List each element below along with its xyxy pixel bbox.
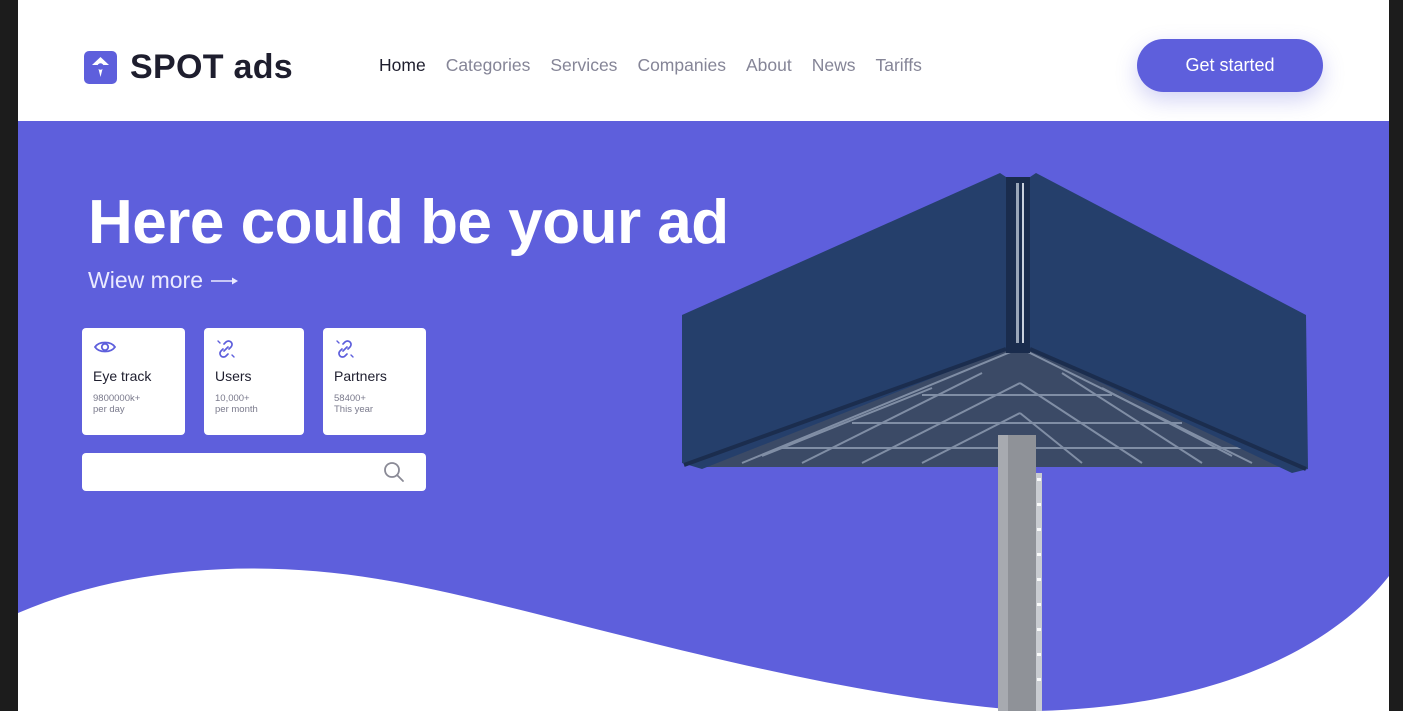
main-nav: Home Categories Services Companies About…	[379, 55, 922, 76]
stat-card-eye-track[interactable]: Eye track 9800000k+ per day	[82, 328, 185, 435]
stat-card-partners[interactable]: Partners 58400+ This year	[323, 328, 426, 435]
nav-item-tariffs[interactable]: Tariffs	[875, 55, 921, 76]
page: SPOT ads Home Categories Services Compan…	[18, 0, 1389, 711]
nav-item-about[interactable]: About	[746, 55, 792, 76]
search-icon[interactable]	[383, 461, 405, 483]
eye-icon	[93, 338, 174, 360]
link-icon	[215, 338, 293, 360]
get-started-button[interactable]: Get started	[1137, 39, 1323, 92]
billboard-illustration	[682, 173, 1308, 711]
nav-item-categories[interactable]: Categories	[446, 55, 531, 76]
logo[interactable]: SPOT ads	[84, 48, 293, 87]
stat-card-users[interactable]: Users 10,000+ per month	[204, 328, 304, 435]
stat-value: 9800000k+ per day	[93, 393, 141, 415]
logo-icon	[84, 51, 117, 84]
site-header: SPOT ads Home Categories Services Compan…	[18, 0, 1389, 121]
nav-item-news[interactable]: News	[812, 55, 856, 76]
nav-item-home[interactable]: Home	[379, 55, 426, 76]
stat-value: 58400+ This year	[334, 393, 374, 415]
arrow-right-icon	[211, 277, 239, 284]
stat-label: Eye track	[93, 368, 152, 384]
search-input[interactable]	[82, 453, 426, 491]
stat-value: 10,000+ per month	[215, 393, 258, 415]
view-more-label: Wiew more	[88, 267, 204, 293]
brand-name: SPOT ads	[130, 48, 294, 86]
link-icon	[334, 338, 415, 360]
nav-item-companies[interactable]: Companies	[637, 55, 726, 76]
view-more-link[interactable]: Wiew more	[88, 267, 239, 294]
hero-section: Here could be your ad Wiew more Eye trac…	[18, 121, 1389, 711]
stat-label: Users	[215, 368, 252, 384]
stat-label: Partners	[334, 368, 387, 384]
nav-item-services[interactable]: Services	[550, 55, 617, 76]
hero-title: Here could be your ad	[88, 188, 729, 257]
